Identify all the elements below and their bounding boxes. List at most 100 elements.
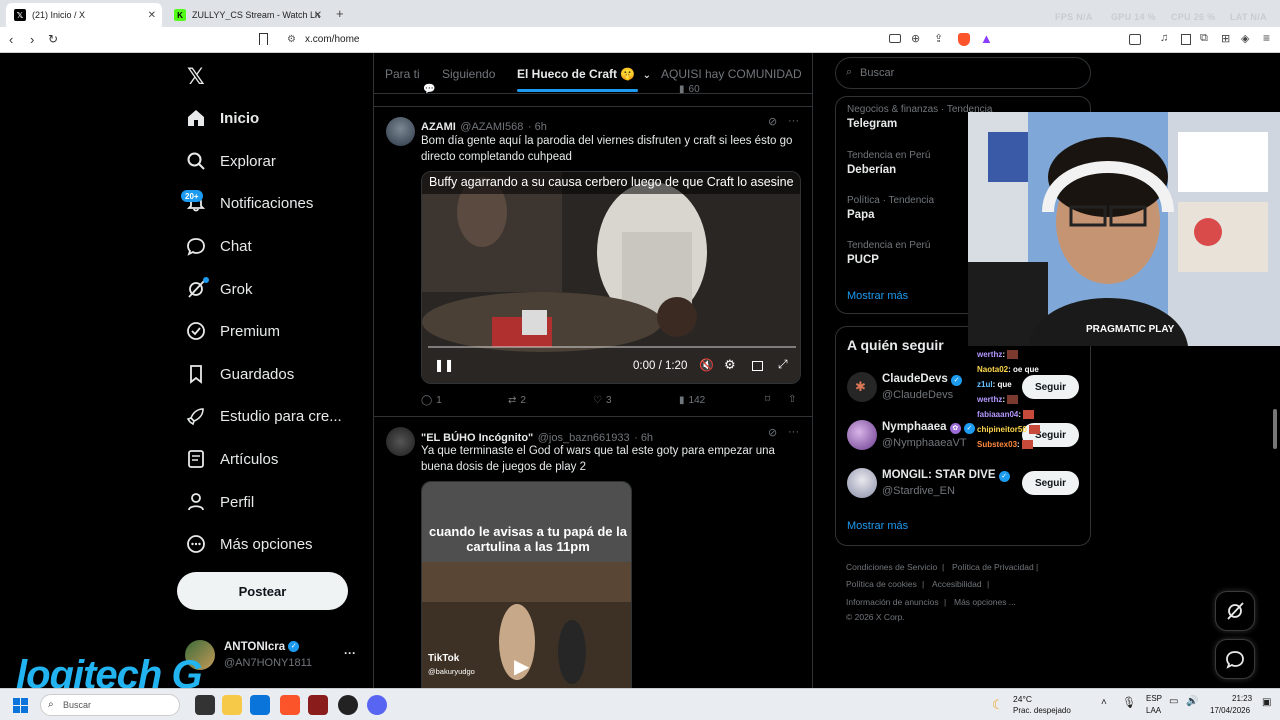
follow-button[interactable]: Seguir bbox=[1022, 471, 1079, 495]
reply-action[interactable]: ◯ 1 bbox=[421, 395, 442, 406]
trend-item[interactable]: PUCP bbox=[847, 254, 879, 266]
scrollbar-thumb[interactable] bbox=[1273, 409, 1277, 449]
account-more-icon[interactable]: ··· bbox=[344, 646, 356, 660]
store-icon[interactable] bbox=[250, 695, 270, 715]
follow-button[interactable]: Seguir bbox=[1022, 375, 1079, 399]
post-handle[interactable]: @AZAMI568 bbox=[460, 121, 523, 133]
url-field[interactable]: x.com/home bbox=[305, 34, 359, 45]
settings-icon[interactable]: ⚙ bbox=[724, 357, 736, 373]
microphone-icon[interactable]: 🎙 bbox=[1122, 696, 1136, 709]
chevron-down-icon[interactable]: ⌄ bbox=[643, 70, 651, 81]
show-more-suggestions[interactable]: Mostrar más bbox=[847, 520, 908, 532]
tab-aquisi-comunidad[interactable]: AQUISI hay COMUNIDAD bbox=[661, 67, 802, 81]
search-input[interactable]: ⌕ Buscar bbox=[835, 57, 1091, 89]
reload-icon[interactable]: ↻ bbox=[48, 32, 58, 46]
input-language[interactable]: ESP bbox=[1146, 694, 1162, 703]
views-action[interactable]: ▮ 60 bbox=[679, 84, 700, 95]
weather-temp[interactable]: 24°C bbox=[1013, 694, 1032, 704]
share-action[interactable]: ⇧ bbox=[788, 394, 796, 405]
footer-link[interactable]: Más opciones ... bbox=[954, 597, 1016, 607]
sidebar-item-grok[interactable]: Grok bbox=[185, 274, 253, 304]
messages-float-button[interactable] bbox=[1215, 639, 1255, 679]
suggestion-name[interactable]: Nymphaaea ✿ ✓ bbox=[882, 421, 975, 434]
tab-siguiendo[interactable]: Siguiendo bbox=[442, 67, 495, 81]
avatar[interactable] bbox=[386, 117, 415, 146]
show-more-trends[interactable]: Mostrar más bbox=[847, 290, 908, 302]
brave-rewards-icon[interactable]: ▲ bbox=[980, 31, 993, 46]
x-logo-icon[interactable]: 𝕏 bbox=[187, 64, 205, 90]
views-action[interactable]: ▮ 142 bbox=[679, 395, 705, 406]
extensions-icon[interactable]: ⧉ bbox=[1200, 32, 1208, 45]
task-view-icon[interactable] bbox=[195, 695, 215, 715]
browser-tab-kick[interactable]: K ZULLYY_CS Stream - Watch Live o ✕ bbox=[166, 3, 328, 27]
grok-icon[interactable]: ⊘ bbox=[768, 426, 777, 439]
trend-item[interactable]: Papa bbox=[847, 209, 875, 221]
volume-icon[interactable]: 🔊 bbox=[1186, 696, 1198, 707]
close-icon[interactable]: ✕ bbox=[314, 10, 322, 21]
sidebar-item-notificaciones[interactable]: Notificaciones bbox=[185, 188, 313, 218]
bookmark-page-icon[interactable] bbox=[259, 33, 268, 45]
pip-icon[interactable] bbox=[752, 361, 763, 371]
video-progress-track[interactable] bbox=[428, 346, 796, 348]
close-icon[interactable]: ✕ bbox=[148, 10, 156, 21]
footer-link[interactable]: Condiciones de Servicio bbox=[846, 562, 937, 572]
reply-action[interactable]: 💬 bbox=[423, 84, 435, 95]
footer-link[interactable]: Accesibilidad bbox=[932, 579, 982, 589]
brave-icon[interactable] bbox=[280, 695, 300, 715]
grok-icon[interactable]: ⊘ bbox=[768, 115, 777, 128]
mute-icon[interactable]: 🔇 bbox=[699, 358, 714, 372]
sidebar-item-mas-opciones[interactable]: Más opciones bbox=[185, 529, 313, 559]
post-button[interactable]: Postear bbox=[177, 572, 348, 610]
repost-action[interactable]: ⇄ 2 bbox=[508, 395, 526, 406]
like-action[interactable]: ♡ 3 bbox=[593, 395, 612, 406]
share-icon[interactable]: ⇪ bbox=[934, 32, 943, 45]
sidebar-item-premium[interactable]: Premium bbox=[185, 316, 280, 346]
footer-link[interactable]: Política de Privacidad bbox=[952, 562, 1034, 572]
voicemod-icon[interactable] bbox=[308, 695, 328, 715]
taskbar-search-input[interactable]: ⌕ Buscar bbox=[40, 694, 180, 716]
sidebar-item-articulos[interactable]: Artículos bbox=[185, 444, 278, 474]
menu-icon[interactable]: ≡ bbox=[1263, 31, 1270, 45]
avatar[interactable]: ✱ bbox=[847, 372, 877, 402]
clock-time[interactable]: 21:23 bbox=[1232, 694, 1252, 703]
pause-icon[interactable]: ❚❚ bbox=[434, 358, 454, 372]
reader-icon[interactable] bbox=[1181, 34, 1191, 45]
site-info-icon[interactable]: ⚙ bbox=[287, 34, 296, 45]
network-icon[interactable]: ▭ bbox=[1169, 696, 1178, 707]
cast-icon[interactable] bbox=[889, 34, 901, 43]
sidebar-item-guardados[interactable]: Guardados bbox=[185, 359, 294, 389]
sidebar-item-chat[interactable]: Chat bbox=[185, 231, 252, 261]
footer-link[interactable]: Política de cookies bbox=[846, 579, 917, 589]
suggestion-name[interactable]: MONGIL: STAR DIVE ✓ bbox=[882, 469, 1010, 482]
fullscreen-icon[interactable]: ⤢ bbox=[778, 357, 788, 372]
discord-icon[interactable] bbox=[367, 695, 387, 715]
account-name[interactable]: ANTONIcra ✓ bbox=[224, 641, 300, 653]
footer-link[interactable]: Información de anuncios bbox=[846, 597, 939, 607]
avatar[interactable] bbox=[847, 420, 877, 450]
sidebar-item-estudio[interactable]: Estudio para cre... bbox=[185, 401, 342, 431]
wallet-icon[interactable]: ⊞ bbox=[1221, 32, 1230, 45]
avatar[interactable] bbox=[386, 427, 415, 456]
zoom-icon[interactable]: ⊕ bbox=[911, 32, 920, 45]
file-explorer-icon[interactable] bbox=[222, 695, 242, 715]
browser-tab-x[interactable]: 𝕏 (21) Inicio / X ✕ bbox=[6, 3, 162, 27]
tab-hueco-de-craft[interactable]: El Hueco de Craft 🤫 ⌄ bbox=[517, 67, 651, 81]
sidebar-item-perfil[interactable]: Perfil bbox=[185, 487, 254, 517]
brave-shield-icon[interactable] bbox=[958, 33, 970, 46]
play-icon[interactable]: ▶ bbox=[514, 654, 529, 679]
trend-item[interactable]: Telegram bbox=[847, 118, 897, 130]
obs-icon[interactable] bbox=[338, 695, 358, 715]
more-icon[interactable]: ··· bbox=[788, 426, 799, 438]
tray-chevron-icon[interactable]: ˄ bbox=[1101, 697, 1107, 708]
post-author[interactable]: AZAMI bbox=[421, 121, 456, 133]
music-icon[interactable]: ♫ bbox=[1160, 32, 1168, 44]
suggestion-name[interactable]: ClaudeDevs ✓ bbox=[882, 373, 963, 386]
avatar[interactable] bbox=[847, 468, 877, 498]
more-icon[interactable]: ··· bbox=[788, 115, 799, 127]
windows-start-icon[interactable] bbox=[13, 698, 28, 713]
sidebar-toggle-icon[interactable] bbox=[1129, 34, 1141, 45]
new-tab-button[interactable]: + bbox=[336, 6, 344, 21]
back-icon[interactable]: ‹ bbox=[9, 32, 13, 47]
sidebar-item-inicio[interactable]: Inicio bbox=[185, 103, 259, 133]
sidebar-item-explorar[interactable]: Explorar bbox=[185, 146, 276, 176]
